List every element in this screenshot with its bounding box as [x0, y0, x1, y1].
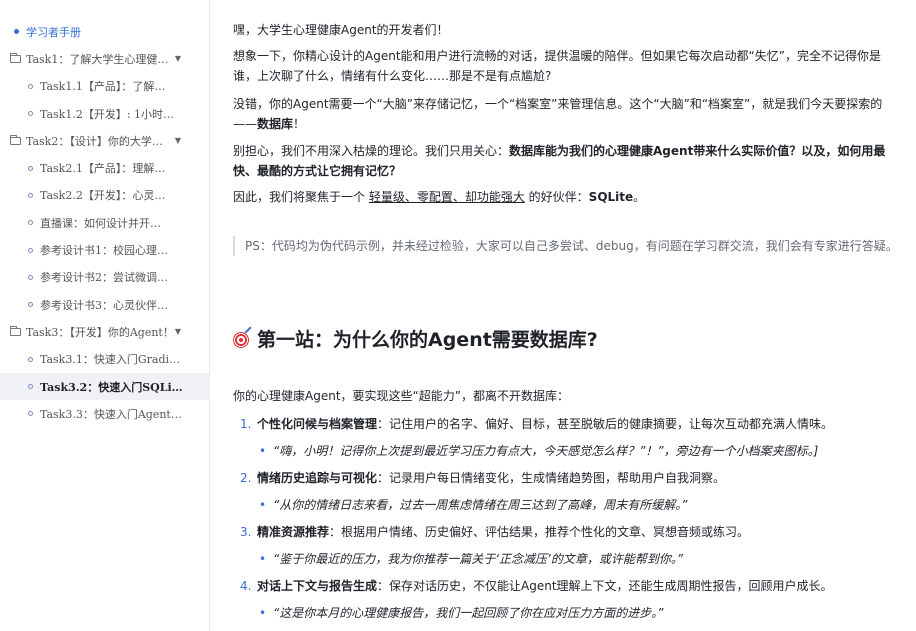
paragraph-greeting: 嘿，大学生心理健康Agent的开发者们！ [233, 23, 449, 37]
list-item-text: ：根据用户情绪、历史偏好、评估结果，推荐个性化的文章、冥想音频或练习。 [329, 525, 750, 539]
app: 学习者手册 Task1：了解大学生心理健… ▼ Task1.1【产品】：了解… Task… [0, 0, 916, 631]
p5-text2: 的好伙伴： [524, 190, 589, 204]
sidebar-item[interactable]: 参考设计书1：校园心理… [0, 236, 209, 263]
sidebar-item[interactable]: Task1.2【开发】: 1小时… [0, 100, 209, 127]
list-item-title: 个性化问候与档案管理 [257, 417, 378, 431]
folder-icon [10, 52, 21, 63]
paragraph-database-intro: 没错，你的Agent需要一个“大脑”来存储记忆，一个“档案室”来管理信息。这个“… [233, 94, 898, 134]
sidebar-item-label: Task2.2【开发】：心灵… [40, 189, 166, 203]
bullet-icon [28, 111, 33, 117]
list-item: 4. 对话上下文与报告生成：保存对话历史，不仅能让Agent理解上下文，还能生成周… [233, 576, 903, 603]
list-item-title: 精准资源推荐 [257, 525, 330, 539]
bullet-icon [14, 29, 19, 35]
folder-icon [10, 325, 21, 336]
sidebar-item-label: Task1：了解大学生心理健… [26, 52, 169, 66]
bullet-icon [28, 411, 33, 417]
chevron-down-icon[interactable]: ▼ [175, 136, 181, 145]
bullet-icon [28, 165, 33, 171]
sidebar-item[interactable]: Task2：【设计】你的大学… ▼ [0, 127, 209, 154]
sidebar-item-label: 参考设计书3：心灵伙伴… [40, 298, 168, 312]
sidebar-item-label: 参考设计书2：尝试微调… [40, 271, 168, 285]
list-number: 1. [240, 417, 252, 431]
list-item-text: ：记住用户的名字、偏好、目标，甚至脱敏后的健康摘要，让每次互动都充满人情味。 [377, 417, 834, 431]
p5-sqlite: SQLite [588, 190, 634, 204]
list-number: 3. [240, 525, 252, 539]
sidebar-item-label: 学习者手册 [26, 25, 81, 39]
sidebar-item-label: Task1.1【产品】：了解… [40, 80, 166, 94]
sidebar-item-label: Task2.1【产品】：理解… [40, 162, 166, 176]
sidebar-item[interactable]: 学习者手册 [0, 18, 209, 45]
ordered-list: 1. 个性化问候与档案管理：记住用户的名字、偏好、目标，甚至脱敏后的健康摘要，让每… [233, 414, 903, 630]
sidebar-item[interactable]: Task1.1【产品】：了解… [0, 73, 209, 100]
list-item: 3. 精准资源推荐：根据用户情绪、历史偏好、评估结果，推荐个性化的文章、冥想音频或… [233, 522, 903, 549]
bullet-icon [28, 384, 33, 389]
list-sub-item: “这是你本月的心理健康报告，我们一起回顾了你在应对压力方面的进步。” [233, 603, 903, 630]
paragraph-focus: 别担心，我们不用深入枯燥的理论。我们只用关心：数据库能为我们的心理健康Agent… [233, 141, 898, 181]
sidebar-item[interactable]: 参考设计书3：心灵伙伴… [0, 291, 209, 318]
bullet-icon [28, 356, 33, 362]
list-item: 2. 情绪历史追踪与可视化：记录用户每日情绪变化，生成情绪趋势图，帮助用户自我洞察… [233, 468, 903, 495]
paragraph-sqlite: 因此，我们将聚焦于一个 轻量级、零配置、却功能强大 的好伙伴：SQLite。 [233, 187, 645, 207]
sidebar-item[interactable]: Task3：【开发】你的Agent！ ▼ [0, 318, 209, 345]
sidebar-item-label: Task3.3：快速入门Agent… [40, 407, 182, 421]
p5-end: 。 [633, 190, 646, 204]
list-item: 1. 个性化问候与档案管理：记住用户的名字、偏好、目标，甚至脱敏后的健康摘要，让每… [233, 414, 903, 441]
bullet-icon [28, 83, 33, 89]
bullet-icon [28, 192, 33, 198]
list-item-text: ：保存对话历史，不仅能让Agent理解上下文，还能生成周期性报告，回顾用户成长。 [377, 579, 833, 593]
list-sub-item: “从你的情绪日志来看，过去一周焦虑情绪在周三达到了高峰，周末有所缓解。” [233, 495, 903, 522]
bullet-icon [28, 247, 33, 253]
sidebar-item[interactable]: Task3.3：快速入门Agent… [0, 400, 209, 427]
sidebar-item[interactable]: Task3.2：快速入门SQLi… [0, 372, 209, 401]
paragraph-imagine: 想象一下，你精心设计的Agent能和用户进行流畅的对话，提供温暖的陪伴。但如果它… [233, 49, 881, 83]
p5-underline: 轻量级、零配置、却功能强大 [368, 190, 525, 204]
list-item-title: 情绪历史追踪与可视化 [257, 471, 378, 485]
p5-text: 因此，我们将聚焦于一个 [233, 190, 369, 204]
p3-end: ！ [293, 117, 306, 131]
heading-text: 第一站：为什么你的Agent需要数据库? [257, 329, 598, 351]
chevron-down-icon[interactable]: ▼ [175, 54, 181, 63]
list-sub-item: “鉴于你最近的压力，我为你推荐一篇关于‘正念减压’的文章，或许能帮到你。” [233, 549, 903, 576]
sidebar-item[interactable]: Task2.1【产品】：理解… [0, 154, 209, 181]
p3-text: 没错，你的Agent需要一个“大脑”来存储记忆，一个“档案室”来管理信息。这个“… [233, 97, 883, 131]
sidebar-item-label: Task1.2【开发】: 1小时… [40, 107, 175, 121]
sidebar-item[interactable]: Task3.1：快速入门Gradi… [0, 346, 209, 373]
list-number: 2. [240, 471, 252, 485]
sidebar-item-label: 直播课：如何设计并开… [40, 216, 161, 230]
sidebar-item-label: Task3：【开发】你的Agent！ [26, 325, 174, 339]
sidebar: 学习者手册 Task1：了解大学生心理健… ▼ Task1.1【产品】：了解… Task… [0, 0, 210, 631]
sidebar-item-label: Task3.2：快速入门SQLi… [40, 380, 183, 394]
target-icon [233, 332, 249, 348]
sidebar-item[interactable]: 直播课：如何设计并开… [0, 209, 209, 236]
sidebar-item-label: Task2：【设计】你的大学… [26, 134, 163, 148]
bullet-icon [28, 302, 33, 308]
p3-bold: 数据库 [257, 117, 294, 131]
sidebar-item[interactable]: 参考设计书2：尝试微调… [0, 264, 209, 291]
list-item-text: ：记录用户每日情绪变化，生成情绪趋势图，帮助用户自我洞察。 [377, 471, 726, 485]
list-number: 4. [240, 579, 252, 593]
sidebar-item[interactable]: Task1：了解大学生心理健… ▼ [0, 45, 209, 72]
paragraph-list-intro: 你的心理健康Agent，要实现这些“超能力”，都离不开数据库： [233, 389, 569, 403]
note-quote: PS：代码均为伪代码示例，并未经过检验，大家可以自己多尝试、debug，有问题在… [233, 236, 898, 256]
sidebar-item[interactable]: Task2.2【开发】：心灵… [0, 182, 209, 209]
folder-icon [10, 134, 21, 145]
bullet-icon [28, 274, 33, 280]
list-item-title: 对话上下文与报告生成 [257, 579, 378, 593]
section-heading: 第一站：为什么你的Agent需要数据库? [233, 326, 598, 354]
list-sub-item: “嗨，小明！记得你上次提到最近学习压力有点大，今天感觉怎么样？”！”，旁边有一个… [233, 441, 903, 468]
chevron-down-icon[interactable]: ▼ [175, 327, 181, 336]
sidebar-item-label: Task3.1：快速入门Gradi… [40, 353, 181, 367]
p4-text: 别担心，我们不用深入枯燥的理论。我们只用关心： [233, 144, 510, 158]
bullet-icon [28, 220, 33, 226]
sidebar-item-label: 参考设计书1：校园心理… [40, 244, 168, 258]
